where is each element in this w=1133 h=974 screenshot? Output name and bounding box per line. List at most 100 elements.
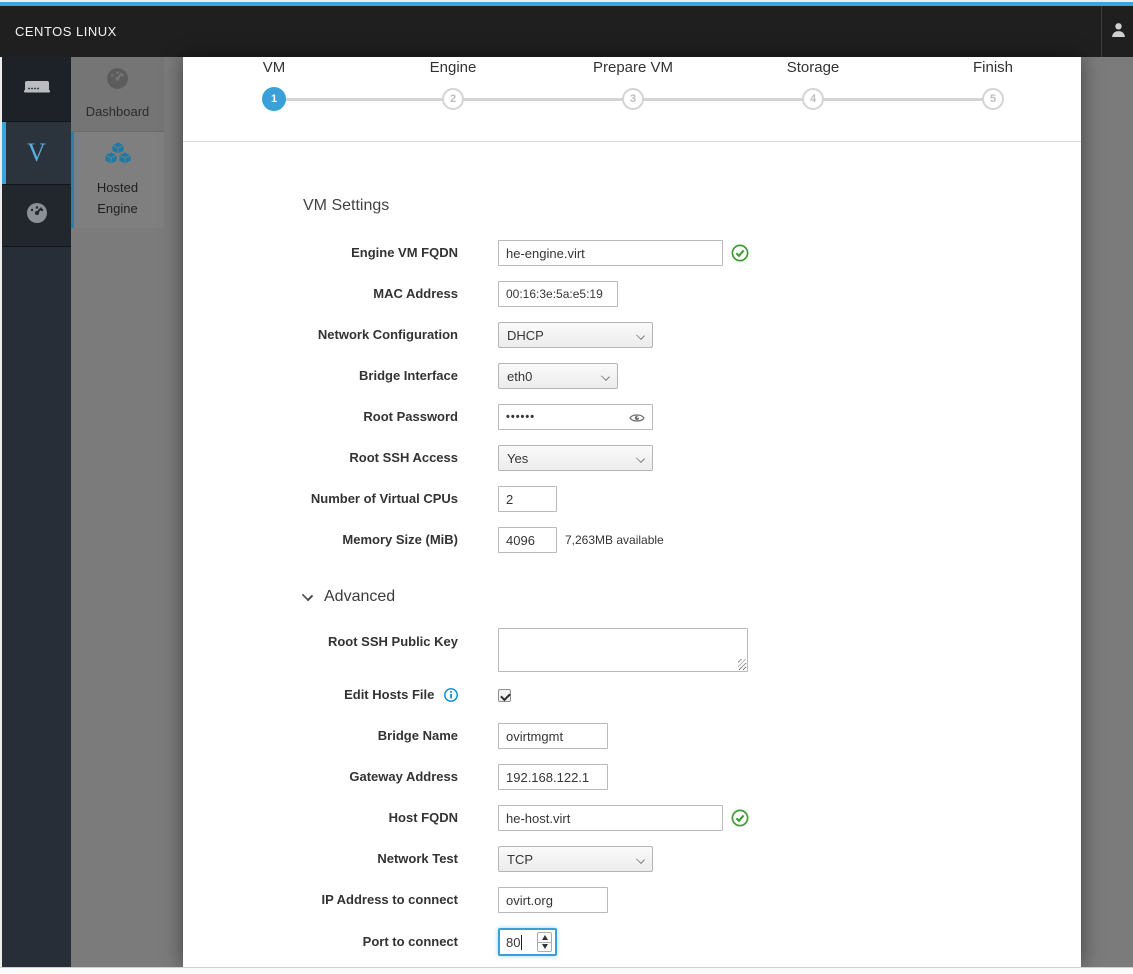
edit-hosts-file-checkbox[interactable] <box>498 688 511 702</box>
field-label: Edit Hosts File <box>183 687 458 703</box>
step-label-vm: VM <box>262 59 286 76</box>
selected-value: TCP <box>507 851 533 867</box>
field-label: Port to connect <box>362 934 458 949</box>
step-label-storage: Storage <box>786 59 840 76</box>
form-row-engine-fqdn: Engine VM FQDN <box>183 240 1081 266</box>
valid-check-icon <box>731 809 749 827</box>
wizard-body: VM Settings Engine VM FQDN MAC Address N… <box>183 142 1081 956</box>
field-label: Number of Virtual CPUs <box>310 491 458 506</box>
form-row-bridge-interface: Bridge Interface eth0 <box>183 363 1081 389</box>
form-row-gateway: Gateway Address <box>183 764 1081 790</box>
step-circle-2[interactable]: 2 <box>442 88 464 110</box>
field-label: IP Address to connect <box>321 892 458 907</box>
form-row-edit-hosts: Edit Hosts File <box>183 687 1081 703</box>
user-icon <box>1110 21 1127 43</box>
form-row-root-password: Root Password <box>183 404 1081 430</box>
field-label: Bridge Name <box>377 728 458 743</box>
wizard-steps: VM Engine Prepare VM Storage Finish 1 2 … <box>183 57 1081 142</box>
virtual-cpus-input[interactable] <box>498 486 557 512</box>
field-label: Bridge Interface <box>359 368 458 383</box>
network-test-select[interactable]: TCP <box>498 846 653 872</box>
form-row-host-fqdn: Host FQDN <box>183 805 1081 831</box>
spinner-up-button[interactable] <box>538 933 551 943</box>
gateway-address-input[interactable] <box>498 764 608 790</box>
step-label-engine: Engine <box>429 59 477 76</box>
hosted-engine-wizard-dialog: VM Engine Prepare VM Storage Finish 1 2 … <box>183 57 1081 967</box>
chevron-down-icon <box>601 372 610 381</box>
sidebar-item-cluster[interactable] <box>2 185 71 247</box>
chevron-down-icon <box>636 855 645 864</box>
masthead: CENTOS LINUX <box>0 6 1133 57</box>
mac-address-input[interactable] <box>498 281 618 307</box>
dashboard-icon <box>25 201 49 230</box>
bridge-name-input[interactable] <box>498 723 608 749</box>
secondary-sidebar: Dashboard Hosted Engine <box>71 57 164 967</box>
sidebar-item-host[interactable] <box>2 57 71 122</box>
step-circle-5[interactable]: 5 <box>982 88 1004 110</box>
info-icon[interactable] <box>444 688 458 702</box>
ovirt-logo: V <box>27 138 46 167</box>
memory-available-hint: 7,263MB available <box>565 533 664 547</box>
brand-label: CENTOS LINUX <box>15 24 117 39</box>
port-to-connect-input[interactable]: 80 <box>498 928 557 956</box>
field-label: Network Configuration <box>317 327 458 342</box>
sidebar-item-label: Hosted Engine <box>96 180 139 216</box>
selected-value: Yes <box>507 450 529 466</box>
field-label: Root SSH Public Key <box>327 634 458 649</box>
user-menu[interactable] <box>1101 6 1133 57</box>
field-label: Network Test <box>377 851 458 866</box>
chevron-down-icon <box>636 331 645 340</box>
form-row-root-ssh: Root SSH Access Yes <box>183 445 1081 471</box>
field-label: Host FQDN <box>388 810 458 825</box>
form-row-bridge-name: Bridge Name <box>183 723 1081 749</box>
eye-icon[interactable] <box>629 411 645 429</box>
root-ssh-public-key-textarea[interactable] <box>498 628 748 672</box>
server-icon <box>23 78 50 101</box>
field-label: Gateway Address <box>349 769 458 784</box>
engine-vm-fqdn-input[interactable] <box>498 240 723 266</box>
form-row-port-connect: Port to connect 80 <box>183 928 1081 956</box>
form-row-ip-connect: IP Address to connect <box>183 887 1081 913</box>
dashboard-icon <box>105 66 130 94</box>
form-row-network-config: Network Configuration DHCP <box>183 322 1081 348</box>
field-label: MAC Address <box>373 286 458 301</box>
step-circle-4[interactable]: 4 <box>802 88 824 110</box>
chevron-down-icon <box>636 454 645 463</box>
root-ssh-access-select[interactable]: Yes <box>498 445 653 471</box>
valid-check-icon <box>731 244 749 262</box>
selected-value: eth0 <box>507 368 533 384</box>
bridge-interface-select[interactable]: eth0 <box>498 363 618 389</box>
field-label: Memory Size (MiB) <box>342 532 458 547</box>
memory-size-input[interactable] <box>498 527 557 553</box>
sidebar-item-hosted-engine[interactable]: Hosted Engine <box>71 132 164 228</box>
form-row-mac: MAC Address <box>183 281 1081 307</box>
form-row-cpus: Number of Virtual CPUs <box>183 486 1081 512</box>
step-label-finish: Finish <box>972 59 1014 76</box>
cubes-icon <box>103 141 132 170</box>
step-circle-1[interactable]: 1 <box>262 87 286 111</box>
host-fqdn-input[interactable] <box>498 805 723 831</box>
section-title: VM Settings <box>303 197 390 214</box>
form-row-network-test: Network Test TCP <box>183 846 1081 872</box>
step-label-prepare: Prepare VM <box>592 59 674 76</box>
form-row-memory: Memory Size (MiB) 7,263MB available <box>183 527 1081 553</box>
advanced-section-toggle[interactable]: Advanced <box>301 588 1081 606</box>
spinner-down-button[interactable] <box>538 943 551 952</box>
field-label: Root Password <box>363 409 458 424</box>
chevron-down-icon <box>301 589 314 601</box>
step-circle-3[interactable]: 3 <box>622 88 644 110</box>
bottom-edge-strip <box>0 967 1133 974</box>
network-configuration-select[interactable]: DHCP <box>498 322 653 348</box>
number-spinner <box>537 932 552 952</box>
text-cursor <box>521 934 523 950</box>
sidebar-item-dashboard[interactable]: Dashboard <box>71 57 164 132</box>
form-row-ssh-key: Root SSH Public Key <box>183 628 1081 672</box>
primary-sidebar: V <box>2 57 71 967</box>
sidebar-item-label: Dashboard <box>85 104 150 119</box>
selected-value: DHCP <box>507 327 544 343</box>
sidebar-item-virtualization[interactable]: V <box>2 122 71 185</box>
ip-address-to-connect-input[interactable] <box>498 887 608 913</box>
advanced-section-label: Advanced <box>324 588 396 605</box>
workspace: V Dashboard Hosted Engine VM Engine Prep… <box>2 57 1133 967</box>
port-value: 80 <box>506 934 521 950</box>
